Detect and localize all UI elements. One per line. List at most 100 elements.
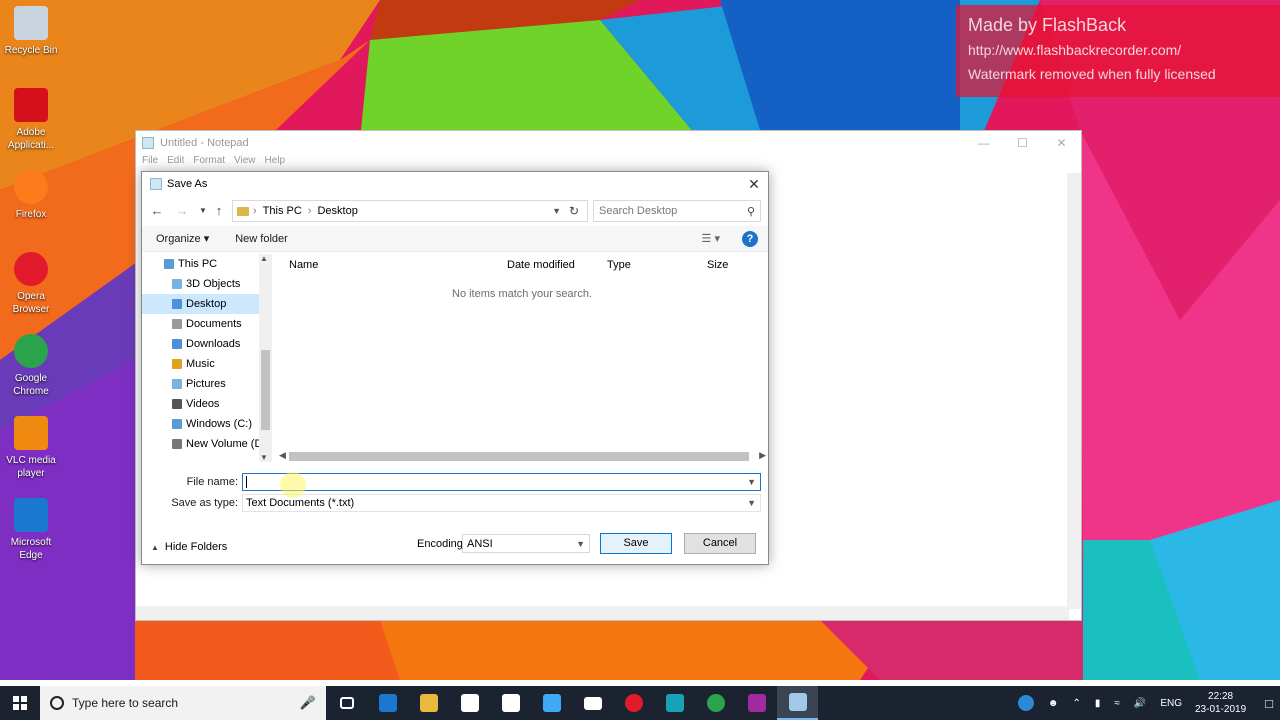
view-options-icon[interactable]: ☰ ▾ — [702, 232, 720, 245]
taskbar-app-opera[interactable] — [613, 686, 654, 720]
search-box[interactable]: Search Desktop ⚲ — [593, 200, 761, 222]
menu-file[interactable]: File — [142, 155, 158, 171]
column-header-name[interactable]: Name — [289, 259, 318, 271]
taskbar-app-dropbox[interactable] — [490, 686, 531, 720]
dialog-close-button[interactable]: ✕ — [746, 176, 762, 192]
column-header-size[interactable]: Size — [707, 259, 728, 271]
menu-format[interactable]: Format — [193, 155, 225, 171]
notifications-icon[interactable]: □ — [1265, 696, 1273, 711]
search-input[interactable]: Search Desktop — [599, 205, 677, 217]
desktop-icon-firefox[interactable]: Firefox — [2, 170, 60, 221]
scroll-right-icon[interactable]: ▶ — [759, 450, 766, 461]
taskbar-app-flashback[interactable] — [531, 686, 572, 720]
nav-item-desktop[interactable]: Desktop — [142, 294, 272, 314]
nav-item-new-volume-d[interactable]: New Volume (D: — [142, 434, 272, 454]
chevron-down-icon[interactable]: ▼ — [747, 477, 756, 487]
file-name-input[interactable]: ▼ — [242, 473, 761, 491]
file-list[interactable]: Name Date modified Type Size No items ma… — [273, 254, 768, 462]
menu-help[interactable]: Help — [265, 155, 286, 171]
up-arrow-icon[interactable]: ↑ — [210, 202, 228, 220]
flashback-icon — [542, 694, 561, 712]
taskbar-search-input[interactable]: Type here to search — [72, 696, 178, 710]
volume-icon[interactable]: 🔊 — [1134, 698, 1146, 709]
save-button[interactable]: Save — [600, 533, 672, 554]
desktop-icon-recycle-bin[interactable]: Recycle Bin — [2, 6, 60, 57]
new-folder-button[interactable]: New folder — [221, 233, 300, 245]
scrollbar-thumb[interactable] — [289, 452, 749, 461]
desktop-icon-adobe[interactable]: Adobe Applicati... — [2, 88, 60, 152]
desktop-icon-label-2: Applicati... — [7, 140, 55, 151]
nav-item-this-pc[interactable]: This PC — [142, 254, 272, 274]
organize-button[interactable]: Organize ▾ — [142, 232, 221, 245]
notepad-vertical-scrollbar[interactable] — [1067, 173, 1081, 609]
taskbar-app-file-explorer[interactable] — [408, 686, 449, 720]
desktop-icon-chrome[interactable]: Google Chrome — [2, 334, 60, 398]
taskbar-app-store[interactable] — [449, 686, 490, 720]
videos-icon — [172, 399, 182, 409]
desktop-icon-vlc[interactable]: VLC media player — [2, 416, 60, 480]
column-header-type[interactable]: Type — [607, 259, 631, 271]
menu-edit[interactable]: Edit — [167, 155, 184, 171]
help-tray-icon[interactable] — [1017, 695, 1034, 711]
desktop-icon-edge[interactable]: Microsoft Edge — [2, 498, 60, 562]
forward-arrow-icon[interactable]: → — [173, 202, 191, 220]
nav-item-documents[interactable]: Documents — [142, 314, 272, 334]
column-header-date-modified[interactable]: Date modified — [507, 259, 575, 271]
nav-item-3d-objects[interactable]: 3D Objects — [142, 274, 272, 294]
desktop-icon-opera[interactable]: Opera Browser — [2, 252, 60, 316]
chevron-up-icon[interactable]: ⌃ — [1072, 698, 1080, 709]
nav-item-windows-c[interactable]: Windows (C:) — [142, 414, 272, 434]
chevron-down-icon[interactable]: ▼ — [552, 206, 561, 216]
nav-item-videos[interactable]: Videos — [142, 394, 272, 414]
taskbar-app-mail[interactable] — [572, 686, 613, 720]
nav-item-music[interactable]: Music — [142, 354, 272, 374]
help-icon[interactable]: ? — [742, 231, 758, 247]
nav-pane-scrollbar[interactable]: ▲ ▼ — [259, 254, 272, 462]
menu-view[interactable]: View — [234, 155, 256, 171]
scroll-left-icon[interactable]: ◀ — [279, 450, 286, 461]
battery-icon[interactable]: ▮ — [1095, 698, 1101, 709]
wifi-icon[interactable]: ≈ — [1114, 698, 1120, 709]
minimize-button[interactable]: — — [964, 131, 1003, 155]
address-bar[interactable]: › This PC › Desktop ▼ ↻ — [232, 200, 588, 222]
scrollbar-thumb[interactable] — [261, 350, 270, 430]
chevron-down-icon[interactable]: ▼ — [747, 498, 756, 508]
taskbar-app-edge[interactable] — [367, 686, 408, 720]
save-as-dialog[interactable]: Save As ✕ ← → ▼ ↑ › This PC › Desktop ▼ … — [141, 171, 769, 565]
search-icon[interactable]: ⚲ — [747, 205, 755, 218]
cancel-button[interactable]: Cancel — [684, 533, 756, 554]
nav-item-downloads[interactable]: Downloads — [142, 334, 272, 354]
nav-item-pictures[interactable]: Pictures — [142, 374, 272, 394]
refresh-icon[interactable]: ↻ — [569, 204, 579, 218]
music-icon — [172, 359, 182, 369]
maximize-button[interactable]: ☐ — [1003, 131, 1042, 155]
close-button[interactable]: ✕ — [1042, 131, 1081, 155]
start-button[interactable] — [0, 686, 40, 720]
clock[interactable]: 22:28 23-01-2019 — [1195, 690, 1246, 716]
back-arrow-icon[interactable]: ← — [148, 202, 166, 220]
scroll-up-icon[interactable]: ▲ — [260, 254, 268, 263]
breadcrumb-desktop[interactable]: Desktop — [317, 205, 357, 217]
notepad-horizontal-scrollbar[interactable] — [136, 606, 1069, 620]
taskbar-app-teal[interactable] — [654, 686, 695, 720]
encoding-select[interactable]: ANSI ▼ — [462, 534, 590, 553]
scroll-down-icon[interactable]: ▼ — [260, 453, 268, 462]
taskbar-app-chrome[interactable] — [695, 686, 736, 720]
dialog-titlebar[interactable]: Save As — [142, 172, 768, 196]
language-indicator[interactable]: ENG — [1160, 698, 1182, 709]
file-list-horizontal-scrollbar[interactable]: ◀ ▶ — [277, 450, 768, 464]
task-view-button[interactable] — [326, 686, 367, 720]
taskbar-app-notepad[interactable] — [777, 686, 818, 720]
recycle-bin-icon — [14, 6, 48, 40]
hide-folders-button[interactable]: ▲ Hide Folders — [151, 541, 227, 553]
taskbar-app-recorder[interactable] — [736, 686, 777, 720]
taskbar-search[interactable]: Type here to search 🎤 — [40, 686, 326, 720]
save-as-type-select[interactable]: Text Documents (*.txt) ▼ — [242, 494, 761, 512]
desktop-icon-label-2: Chrome — [13, 386, 49, 397]
save-as-type-row: Save as type: Text Documents (*.txt) ▼ — [142, 494, 761, 512]
chevron-down-icon[interactable]: ▼ — [576, 539, 585, 549]
microphone-icon[interactable]: 🎤 — [300, 695, 316, 711]
notepad-titlebar[interactable]: Untitled - Notepad — [136, 131, 1081, 155]
breadcrumb-this-pc[interactable]: This PC — [263, 205, 302, 217]
people-icon[interactable]: ☻ — [1048, 698, 1059, 709]
